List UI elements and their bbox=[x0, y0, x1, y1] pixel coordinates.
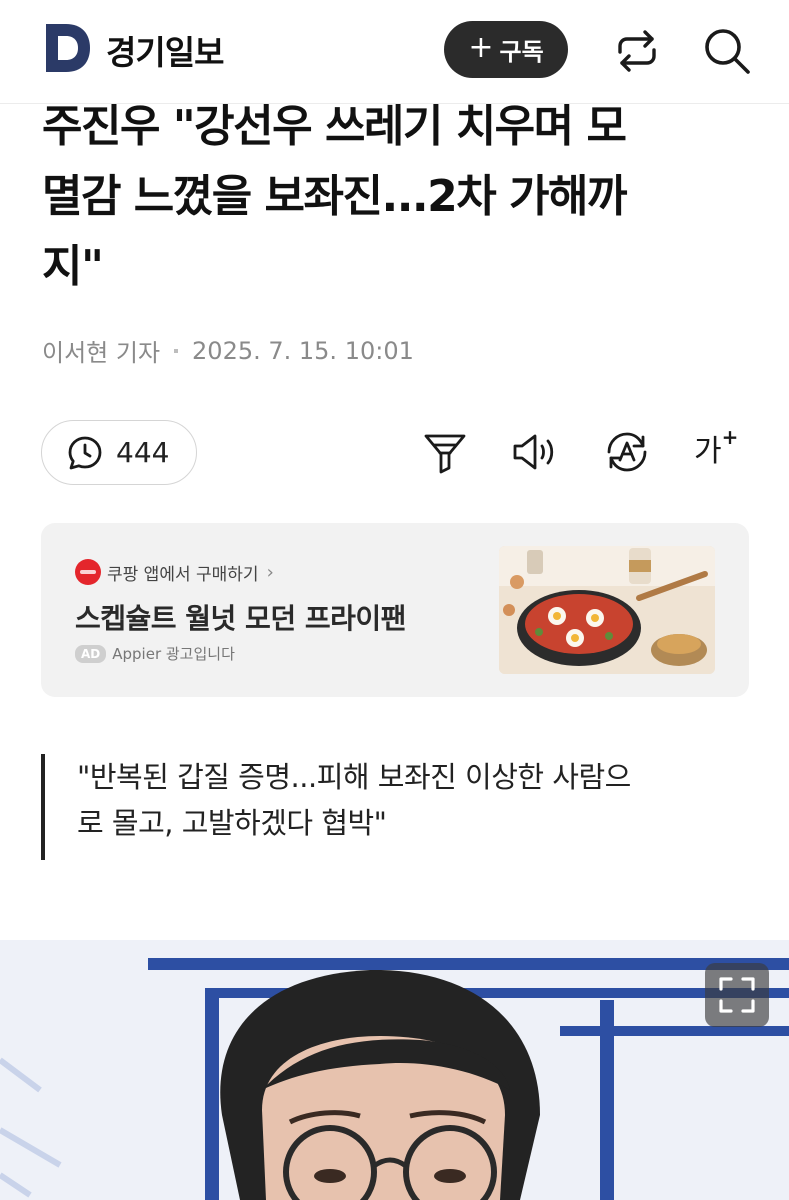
publish-datetime: 2025. 7. 15. 10:01 bbox=[192, 336, 414, 365]
translate-icon[interactable] bbox=[603, 428, 651, 476]
separator-dot bbox=[174, 348, 179, 353]
reporter-name[interactable]: 이서현 기자 bbox=[42, 333, 160, 368]
subscribe-label: 구독 bbox=[499, 38, 544, 66]
summary-funnel-icon[interactable] bbox=[421, 428, 469, 476]
headline-line: 지" bbox=[42, 241, 104, 292]
plus-icon: + bbox=[721, 425, 739, 449]
brand-name[interactable]: 경기일보 bbox=[106, 26, 224, 74]
font-size-label: 가 bbox=[694, 434, 722, 469]
coupang-logo-icon bbox=[75, 559, 101, 585]
headline-line: 멸감 느꼈을 보좌진...2차 가해까 bbox=[42, 171, 627, 222]
ad-source-label: 쿠팡 앱에서 구매하기 bbox=[107, 564, 259, 585]
search-icon[interactable] bbox=[700, 24, 754, 78]
comment-count: 444 bbox=[116, 436, 170, 469]
subscribe-button[interactable]: + 구독 bbox=[444, 21, 568, 78]
share-icon[interactable] bbox=[612, 26, 662, 76]
top-header: 경기일보 + 구독 bbox=[0, 0, 789, 104]
comments-button[interactable]: 444 bbox=[41, 420, 197, 485]
byline: 이서현 기자 2025. 7. 15. 10:01 bbox=[42, 333, 414, 368]
article-headline: 주진우 "강선우 쓰레기 치우며 모 멸감 느꼈을 보좌진...2차 가해까 지… bbox=[42, 92, 742, 302]
ad-source[interactable]: 쿠팡 앱에서 구매하기 › bbox=[75, 559, 274, 585]
plus-icon: + bbox=[468, 30, 494, 65]
font-size-button[interactable]: 가+ bbox=[694, 425, 742, 474]
ad-badge: AD bbox=[75, 644, 107, 663]
ad-product-image[interactable] bbox=[499, 546, 715, 674]
gyeonggi-logo-icon[interactable] bbox=[42, 22, 92, 74]
subheading-line: "반복된 갑질 증명...피해 보좌진 이상한 사람으 bbox=[77, 760, 631, 794]
speaker-icon[interactable] bbox=[511, 428, 559, 476]
chevron-right-icon: › bbox=[266, 561, 274, 583]
headline-line: 주진우 "강선우 쓰레기 치우며 모 bbox=[42, 101, 627, 152]
ad-advertiser: Appier 광고입니다 bbox=[112, 645, 235, 663]
ad-title[interactable]: 스켑슐트 월넛 모던 프라이팬 bbox=[75, 597, 406, 637]
article-subheading: "반복된 갑질 증명...피해 보좌진 이상한 사람으 로 몰고, 고발하겠다 … bbox=[41, 754, 751, 860]
subheading-line: 로 몰고, 고발하겠다 협박" bbox=[77, 806, 387, 840]
comment-bubble-icon bbox=[68, 436, 102, 469]
article-photo[interactable] bbox=[0, 940, 789, 1200]
ad-meta: AD Appier 광고입니다 bbox=[75, 643, 235, 664]
ad-card[interactable]: 쿠팡 앱에서 구매하기 › 스켑슐트 월넛 모던 프라이팬 AD Appier … bbox=[41, 523, 749, 697]
fullscreen-icon[interactable] bbox=[705, 963, 769, 1027]
